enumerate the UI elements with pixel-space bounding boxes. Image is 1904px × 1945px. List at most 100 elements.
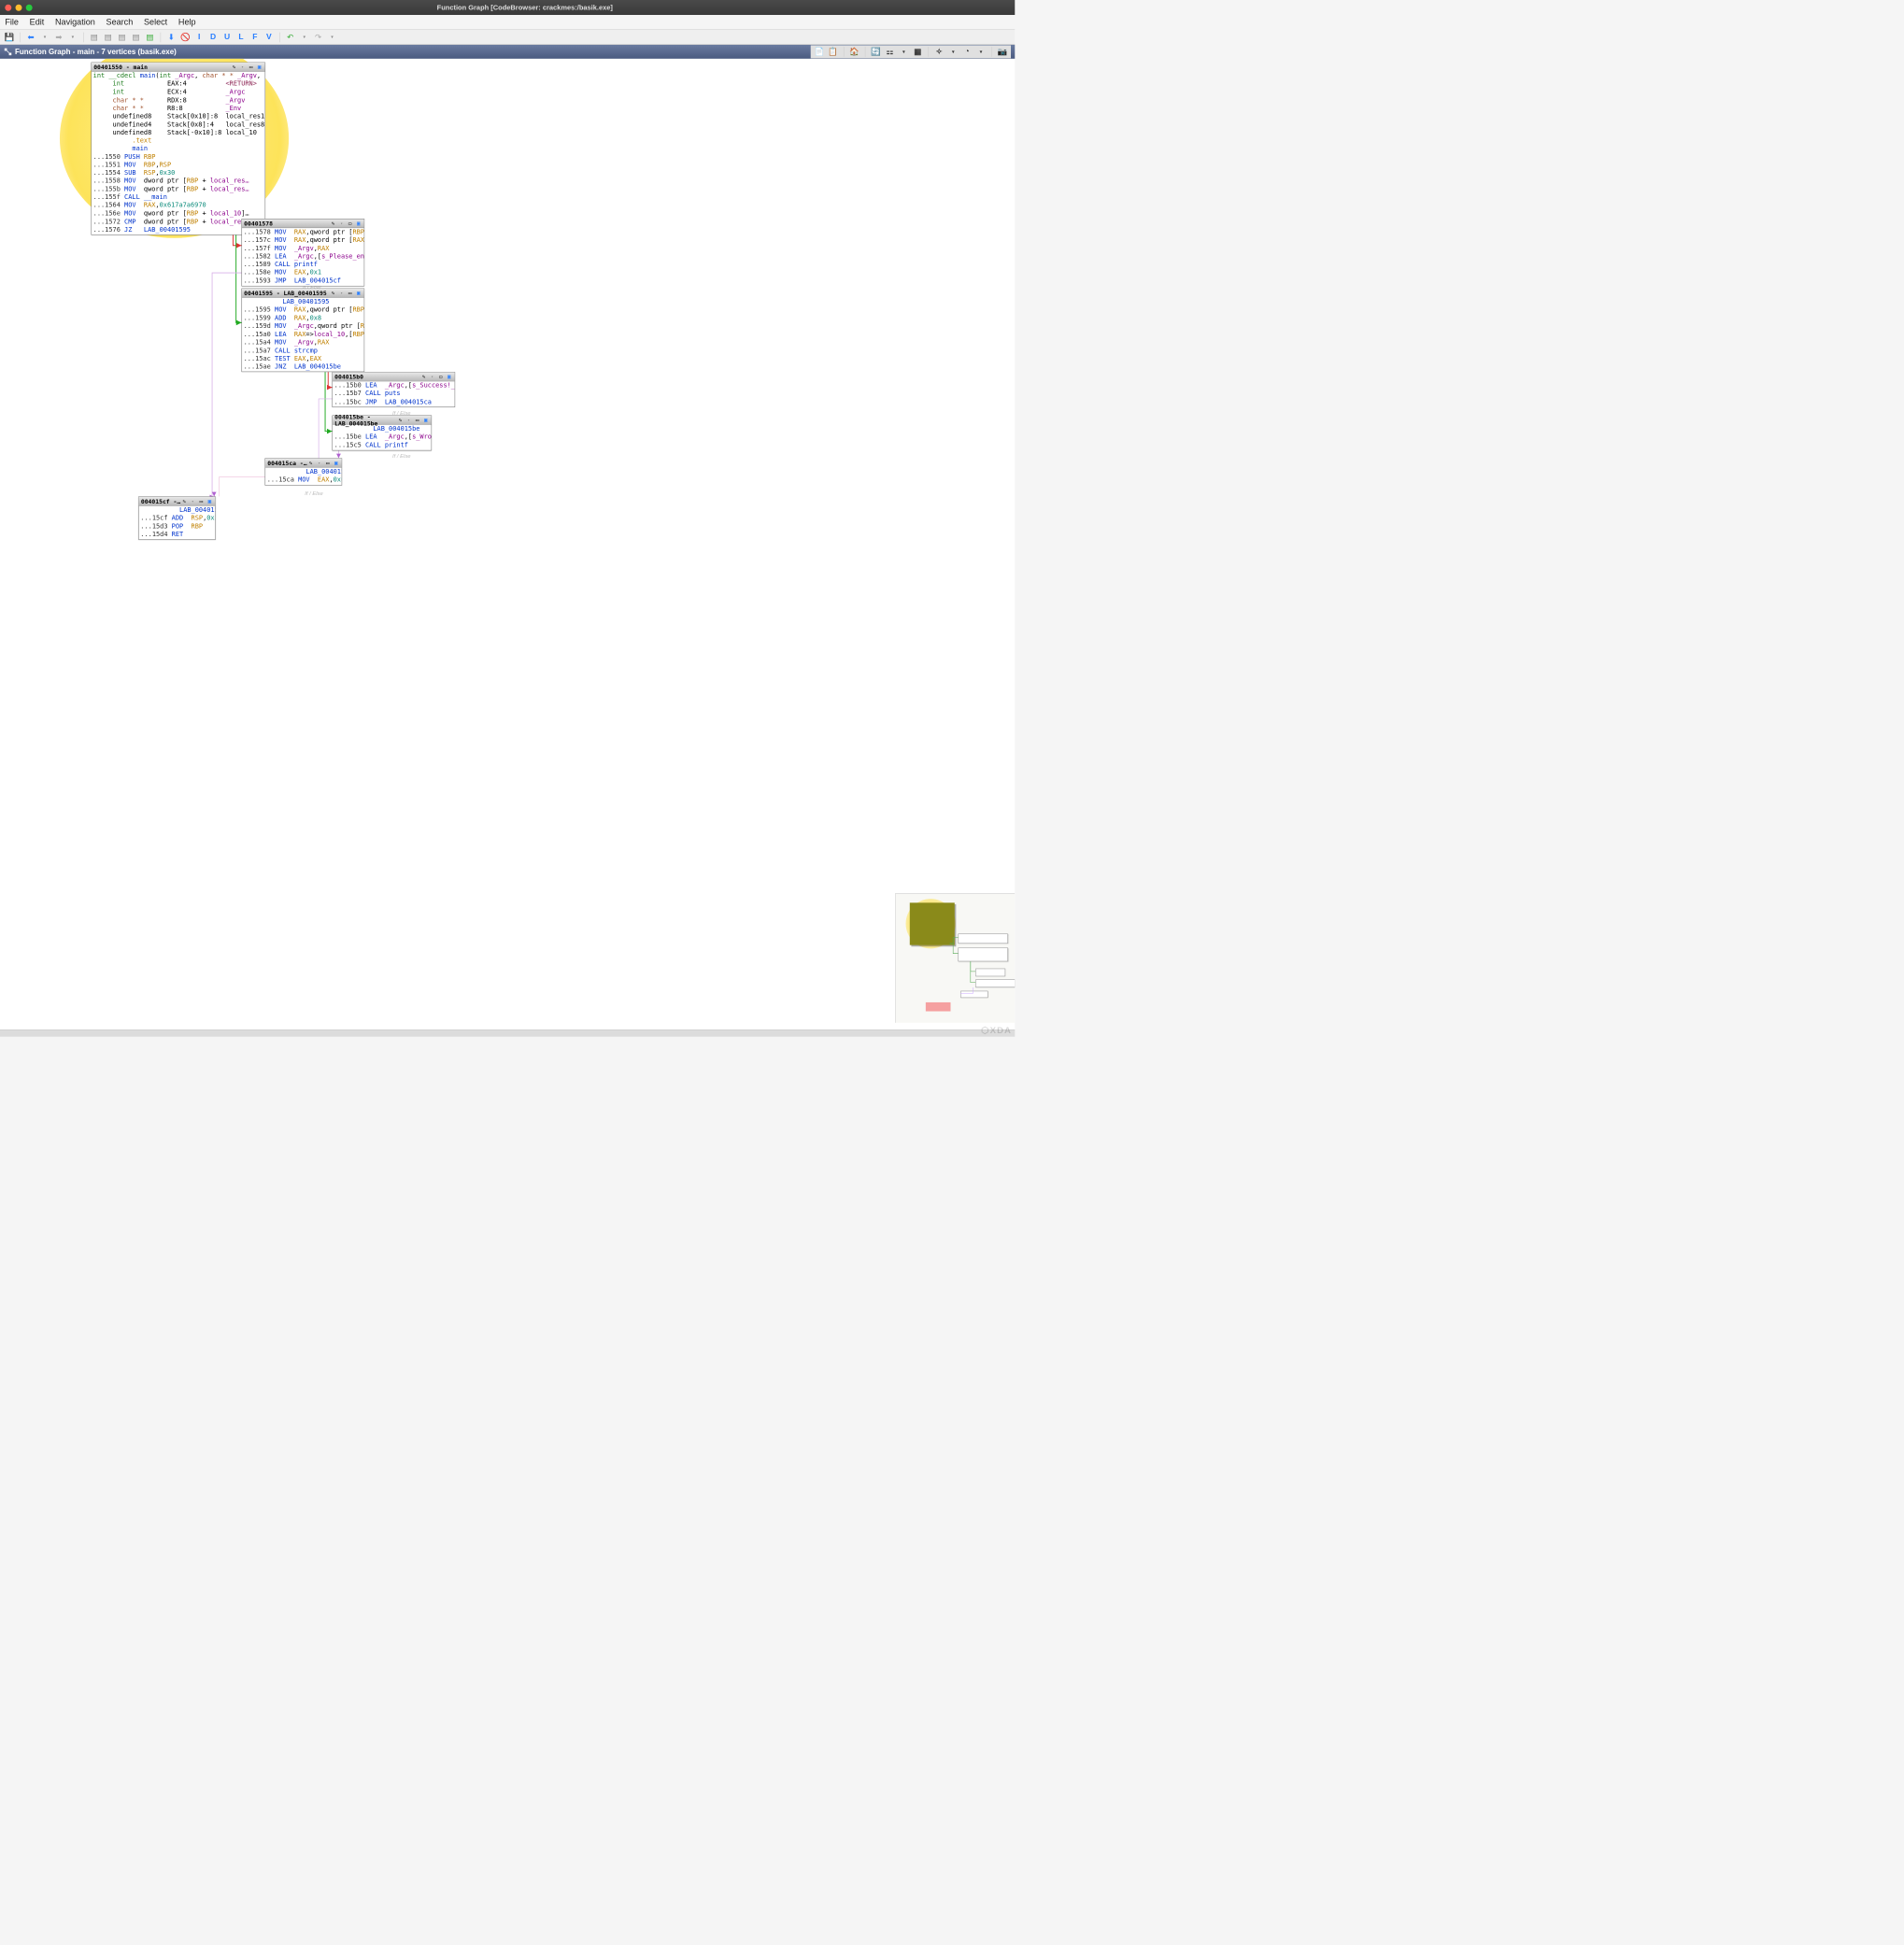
save-icon[interactable]: 💾 bbox=[4, 32, 15, 43]
nested-icon[interactable]: ▦ bbox=[912, 47, 923, 58]
full-icon[interactable]: ▣ bbox=[422, 417, 429, 423]
block-header[interactable]: 00401595 - LAB_00401595 ✎ ▾ ▭ ▣ bbox=[242, 289, 364, 298]
paste-icon[interactable]: 📋 bbox=[828, 47, 839, 58]
win-icon[interactable]: ▭ bbox=[414, 417, 420, 423]
win-icon[interactable]: ▭ bbox=[437, 373, 444, 379]
win-icon[interactable]: ▭ bbox=[248, 64, 254, 70]
edit-icon[interactable]: ✎ bbox=[420, 373, 427, 379]
tool1-dd-icon[interactable]: ▾ bbox=[947, 47, 959, 58]
edit-icon[interactable]: ✎ bbox=[307, 460, 314, 466]
dd-icon[interactable]: ▾ bbox=[338, 290, 345, 296]
block-body: ...1578 MOV RAX,qword ptr [RBP + local….… bbox=[242, 228, 364, 286]
menu-edit[interactable]: Edit bbox=[30, 17, 45, 27]
full-icon[interactable]: ▣ bbox=[256, 64, 263, 70]
tool1-icon[interactable]: ✧ bbox=[933, 47, 945, 58]
block-header[interactable]: 004015cf -… ✎ ▾ ▭ ▣ bbox=[139, 497, 216, 506]
edge-label: If / Else bbox=[305, 490, 323, 496]
refresh-icon[interactable]: 🔄 bbox=[871, 47, 882, 58]
graph-block-b3[interactable]: 00401595 - LAB_00401595 ✎ ▾ ▭ ▣ LAB_0040… bbox=[242, 289, 365, 373]
edge-label: If / Else bbox=[392, 453, 411, 459]
maximize-button[interactable] bbox=[26, 5, 33, 11]
letter-v-icon[interactable]: V bbox=[263, 32, 275, 43]
status-bar bbox=[0, 1029, 1015, 1036]
dd-icon[interactable]: ▾ bbox=[338, 220, 345, 226]
dd-icon[interactable]: ▾ bbox=[405, 417, 412, 423]
menu-search[interactable]: Search bbox=[107, 17, 134, 27]
edit-icon[interactable]: ✎ bbox=[397, 417, 404, 423]
camera-icon[interactable]: 📷 bbox=[997, 47, 1008, 58]
full-icon[interactable]: ▣ bbox=[446, 373, 452, 379]
undo-icon[interactable]: ↶ bbox=[285, 32, 296, 43]
full-icon[interactable]: ▣ bbox=[206, 498, 213, 504]
block-header[interactable]: 004015be - LAB_004015be ✎ ▾ ▭ ▣ bbox=[333, 416, 432, 425]
redo-icon[interactable]: ↷ bbox=[313, 32, 324, 43]
full-icon[interactable]: ▣ bbox=[333, 460, 339, 466]
graph-block-b1[interactable]: 00401550 - main ✎ ▾ ▭ ▣ int __cdecl main… bbox=[92, 63, 266, 235]
copy-icon[interactable]: 📄 bbox=[814, 47, 825, 58]
block-body: ...15b0 LEA _Argc,[s_Success!_0040404b].… bbox=[333, 381, 455, 406]
home-icon[interactable]: 🏠 bbox=[849, 47, 860, 58]
letter-f-icon[interactable]: F bbox=[249, 32, 261, 43]
menu-help[interactable]: Help bbox=[178, 17, 196, 27]
block-header[interactable]: 00401550 - main ✎ ▾ ▭ ▣ bbox=[92, 63, 264, 72]
layout-icon[interactable]: ⚏ bbox=[885, 47, 896, 58]
stop-icon[interactable]: 🚫 bbox=[179, 32, 191, 43]
letter-u-icon[interactable]: U bbox=[221, 32, 233, 43]
block-header[interactable]: 00401578 ✎ ▾ ▭ ▣ bbox=[242, 220, 364, 229]
doc3-icon[interactable]: ▤ bbox=[117, 32, 128, 43]
letter-l-icon[interactable]: L bbox=[235, 32, 247, 43]
window-title: Function Graph [CodeBrowser: crackmes:/b… bbox=[40, 4, 1010, 12]
back-dropdown-icon[interactable]: ▾ bbox=[39, 32, 50, 43]
graph-block-b7[interactable]: 004015cf -… ✎ ▾ ▭ ▣ LAB_004015cf...15cf … bbox=[138, 496, 216, 539]
letter-d-icon[interactable]: D bbox=[207, 32, 219, 43]
forward-icon[interactable]: ➡ bbox=[53, 32, 64, 43]
dd-icon[interactable]: ▾ bbox=[190, 498, 196, 504]
doc4-icon[interactable]: ▤ bbox=[131, 32, 142, 43]
win-icon[interactable]: ▭ bbox=[324, 460, 331, 466]
block-body: LAB_004015ca...15ca MOV EAX,0x0 bbox=[265, 467, 342, 484]
win-icon[interactable]: ▭ bbox=[347, 220, 353, 226]
graph-block-b5[interactable]: 004015be - LAB_004015be ✎ ▾ ▭ ▣ LAB_0040… bbox=[333, 416, 433, 451]
traffic-lights bbox=[5, 5, 32, 11]
edit-icon[interactable]: ✎ bbox=[330, 220, 336, 226]
close-button[interactable] bbox=[5, 5, 11, 11]
graph-canvas[interactable]: 00401550 - main ✎ ▾ ▭ ▣ int __cdecl main… bbox=[0, 59, 1015, 1029]
graph-block-b2[interactable]: 00401578 ✎ ▾ ▭ ▣ ...1578 MOV RAX,qword p… bbox=[242, 219, 365, 286]
forward-dropdown-icon[interactable]: ▾ bbox=[67, 32, 78, 43]
menu-navigation[interactable]: Navigation bbox=[55, 17, 95, 27]
doc5-icon[interactable]: ▤ bbox=[145, 32, 156, 43]
block-body: LAB_004015be...15be LEA _Argc,[s_Wrong_p… bbox=[333, 425, 432, 450]
redo-dropdown-icon[interactable]: ▾ bbox=[327, 32, 338, 43]
edit-icon[interactable]: ✎ bbox=[231, 64, 237, 70]
doc1-icon[interactable]: ▤ bbox=[89, 32, 100, 43]
block-header[interactable]: 004015ca -… ✎ ▾ ▭ ▣ bbox=[265, 459, 342, 468]
layout-dd-icon[interactable]: ▾ bbox=[899, 47, 910, 58]
block-body: LAB_00401595...1595 MOV RAX,qword ptr [R… bbox=[242, 298, 364, 372]
letter-i-icon[interactable]: I bbox=[193, 32, 205, 43]
dd-icon[interactable]: ▾ bbox=[239, 64, 246, 70]
full-icon[interactable]: ▣ bbox=[355, 220, 362, 226]
block-body: LAB_004015cf...15cf ADD RSP,0x30...15d3 … bbox=[139, 506, 216, 540]
menu-select[interactable]: Select bbox=[144, 17, 167, 27]
tool2-dd-icon[interactable]: ▾ bbox=[975, 47, 987, 58]
dd-icon[interactable]: ▾ bbox=[316, 460, 322, 466]
graph-block-b4[interactable]: 004015b0 ✎ ▾ ▭ ▣ ...15b0 LEA _Argc,[s_Su… bbox=[333, 372, 456, 407]
edit-icon[interactable]: ✎ bbox=[330, 290, 336, 296]
minimap[interactable] bbox=[895, 893, 1015, 1023]
tool2-icon[interactable]: ◔ bbox=[961, 47, 973, 58]
win-icon[interactable]: ▭ bbox=[347, 290, 353, 296]
doc2-icon[interactable]: ▤ bbox=[103, 32, 114, 43]
graph-block-b6[interactable]: 004015ca -… ✎ ▾ ▭ ▣ LAB_004015ca...15ca … bbox=[265, 458, 343, 485]
dd-icon[interactable]: ▾ bbox=[429, 373, 435, 379]
win-icon[interactable]: ▭ bbox=[198, 498, 205, 504]
edit-icon[interactable]: ✎ bbox=[180, 498, 187, 504]
full-icon[interactable]: ▣ bbox=[355, 290, 362, 296]
down-arrow-icon[interactable]: ⬇ bbox=[165, 32, 177, 43]
menu-file[interactable]: File bbox=[5, 17, 19, 27]
watermark: ⬡XDA bbox=[981, 1025, 1012, 1035]
minimap-viewport[interactable] bbox=[910, 902, 955, 944]
back-icon[interactable]: ⬅ bbox=[25, 32, 36, 43]
minimize-button[interactable] bbox=[16, 5, 22, 11]
undo-dropdown-icon[interactable]: ▾ bbox=[299, 32, 310, 43]
block-header[interactable]: 004015b0 ✎ ▾ ▭ ▣ bbox=[333, 373, 455, 382]
